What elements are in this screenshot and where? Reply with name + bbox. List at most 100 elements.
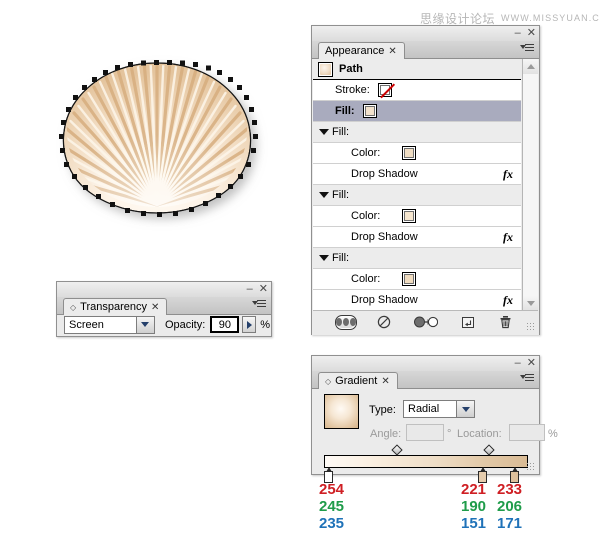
appearance-window-buttons[interactable]: – ✕ [515, 26, 536, 40]
transparency-flyout-menu-icon[interactable] [252, 299, 267, 311]
gradient-percent-sign: % [548, 428, 558, 440]
appearance-group-fill-3[interactable]: Fill: [313, 248, 521, 269]
disclosure-triangle-icon[interactable] [319, 129, 329, 135]
disclosure-triangle-icon[interactable] [319, 255, 329, 261]
rgb-green-value: 190 [461, 498, 487, 515]
transparency-panel-titlebar[interactable]: – ✕ [57, 282, 271, 297]
appearance-attribute-list[interactable]: Path Stroke: Fill: Fill: Color: Drop Sha… [313, 59, 521, 311]
transparency-window-buttons[interactable]: – ✕ [247, 282, 268, 296]
fx-icon[interactable]: fx [503, 167, 513, 182]
appearance-tabrow[interactable]: Appearance ✕ [312, 41, 539, 59]
rgb-red-value: 254 [319, 481, 345, 498]
color-swatch-2[interactable] [402, 209, 417, 223]
color-swatch-3[interactable] [402, 272, 417, 286]
appearance-row-dropshadow-2[interactable]: Drop Shadow fx [313, 227, 521, 248]
rgb-red-value: 221 [461, 481, 487, 498]
appearance-row-color-1[interactable]: Color: [313, 143, 521, 164]
gradient-location-label: Location: [457, 428, 502, 440]
appearance-row-label: Stroke: [335, 84, 370, 96]
gradient-type-value: Radial [408, 403, 440, 415]
appearance-flyout-menu-icon[interactable] [520, 43, 535, 55]
scroll-down-arrow-icon[interactable] [523, 296, 538, 311]
resize-grip[interactable] [526, 462, 535, 471]
close-icon[interactable]: ✕ [527, 27, 536, 39]
resize-grip[interactable] [526, 322, 535, 331]
tab-appearance[interactable]: Appearance ✕ [318, 42, 405, 59]
appearance-row-label: Fill: [332, 189, 350, 201]
appearance-row-label: Drop Shadow [351, 294, 418, 306]
appearance-panel-titlebar[interactable]: – ✕ [312, 26, 539, 41]
rgb-readout-3: 233 206 171 [497, 481, 522, 532]
gradient-tabrow[interactable]: ◇ Gradient ✕ [312, 371, 539, 389]
opacity-stepper-icon[interactable] [242, 316, 257, 333]
color-swatch-1[interactable] [402, 146, 417, 160]
gradient-panel[interactable]: – ✕ ◇ Gradient ✕ Type: Radial Angle: ° L… [311, 355, 558, 483]
appearance-row-fill-selected[interactable]: Fill: [313, 101, 521, 122]
minimize-icon[interactable]: – [247, 283, 253, 295]
blend-mode-value: Screen [69, 318, 104, 331]
tab-gradient-label: Gradient [335, 375, 378, 387]
tab-gradient[interactable]: ◇ Gradient ✕ [318, 372, 398, 389]
appearance-row-dropshadow-3[interactable]: Drop Shadow fx [313, 290, 521, 311]
disclosure-triangle-icon[interactable] [319, 192, 329, 198]
opacity-input[interactable]: 90 [210, 316, 240, 333]
watermark-text: 思缘设计论坛 [420, 11, 496, 26]
chevron-down-icon[interactable] [456, 401, 474, 417]
gradient-midpoint-2[interactable] [483, 444, 495, 456]
close-icon[interactable]: ✕ [259, 283, 268, 295]
fill-color-swatch[interactable] [362, 104, 377, 118]
scallop-shell-illustration [59, 60, 258, 217]
transparency-tabrow[interactable]: ◇ Transparency ✕ [57, 297, 271, 315]
tab-transparency[interactable]: ◇ Transparency ✕ [63, 298, 168, 315]
gradient-midpoint-1[interactable] [391, 444, 403, 456]
gradient-location-input[interactable] [509, 424, 545, 441]
tab-bullet-icon: ◇ [325, 376, 332, 386]
path-thumbnail [318, 61, 333, 77]
gradient-angle-input[interactable] [406, 424, 444, 441]
gradient-preview-swatch[interactable] [324, 394, 359, 429]
watermark-url: WWW.MISSYUAN.COM [501, 13, 600, 23]
appearance-row-color-3[interactable]: Color: [313, 269, 521, 290]
gradient-panel-titlebar[interactable]: – ✕ [312, 356, 539, 371]
fx-icon[interactable]: fx [503, 230, 513, 245]
rgb-readout-1: 254 245 235 [319, 481, 344, 532]
rgb-blue-value: 151 [461, 515, 487, 532]
minimize-icon[interactable]: – [515, 357, 521, 369]
blend-mode-icon[interactable] [334, 314, 357, 330]
gradient-type-select[interactable]: Radial [403, 400, 475, 418]
tab-close-icon[interactable]: ✕ [151, 302, 159, 313]
tab-transparency-label: Transparency [80, 301, 147, 313]
gradient-slider-ramp[interactable] [324, 455, 528, 468]
delete-selected-item-icon[interactable] [498, 315, 514, 330]
appearance-group-fill-2[interactable]: Fill: [313, 185, 521, 206]
duplicate-selected-item-icon[interactable] [460, 315, 476, 330]
clear-appearance-icon[interactable] [376, 315, 392, 330]
appearance-row-color-2[interactable]: Color: [313, 206, 521, 227]
scrollbar-track[interactable] [523, 74, 538, 296]
appearance-panel[interactable]: – ✕ Appearance ✕ Path Stroke: Fill: Fill… [311, 25, 540, 335]
gradient-window-buttons[interactable]: – ✕ [515, 356, 536, 370]
stroke-none-swatch[interactable] [377, 83, 392, 97]
appearance-row-label: Color: [351, 147, 381, 159]
appearance-row-label: Color: [351, 210, 381, 222]
scroll-up-arrow-icon[interactable] [523, 59, 538, 74]
appearance-row-dropshadow-1[interactable]: Drop Shadow fx [313, 164, 521, 185]
appearance-panel-footer[interactable] [313, 310, 538, 333]
rgb-red-value: 233 [497, 481, 523, 498]
rgb-green-value: 206 [497, 498, 523, 515]
transparency-panel[interactable]: – ✕ ◇ Transparency ✕ Screen Opacity: 90 … [56, 281, 272, 337]
tab-close-icon[interactable]: ✕ [388, 46, 396, 57]
appearance-row-path[interactable]: Path [313, 59, 521, 80]
appearance-group-fill-1[interactable]: Fill: [313, 122, 521, 143]
close-icon[interactable]: ✕ [527, 357, 536, 369]
reduce-to-basic-appearance-icon[interactable] [413, 315, 438, 330]
appearance-scrollbar[interactable] [522, 59, 538, 311]
appearance-row-stroke[interactable]: Stroke: [313, 80, 521, 101]
fx-icon[interactable]: fx [503, 293, 513, 308]
tab-close-icon[interactable]: ✕ [381, 376, 389, 387]
blend-mode-select[interactable]: Screen [64, 315, 155, 334]
rgb-blue-value: 235 [319, 515, 345, 532]
chevron-down-icon[interactable] [135, 316, 154, 333]
minimize-icon[interactable]: – [515, 27, 521, 39]
gradient-flyout-menu-icon[interactable] [520, 373, 535, 385]
